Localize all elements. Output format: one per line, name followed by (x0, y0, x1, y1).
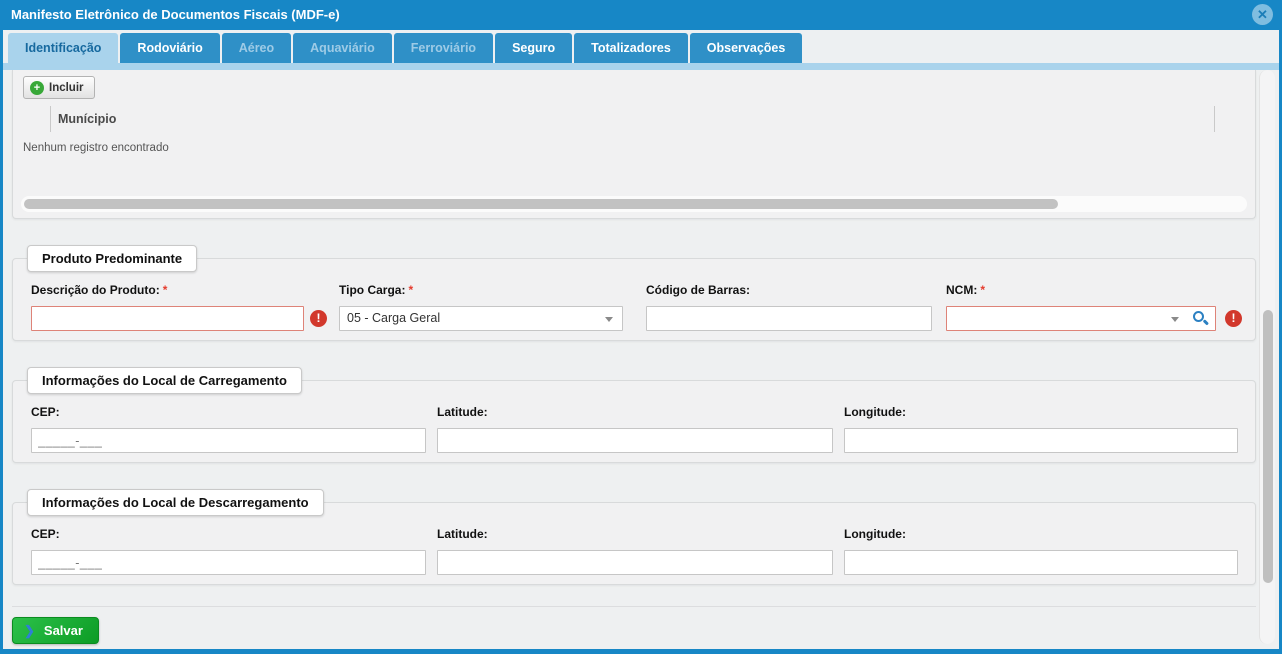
required-marker: * (980, 283, 985, 297)
tab-identificacao[interactable]: Identificação (8, 33, 119, 63)
longitude-descarregamento-input[interactable] (844, 550, 1238, 575)
incluir-button[interactable]: + Incluir (23, 76, 95, 99)
grid-header-row: Munícipio (13, 104, 1255, 134)
descricao-produto-input[interactable] (31, 306, 304, 331)
latitude-descarregamento-label: Latitude: (437, 527, 488, 541)
tab-bar: Identificação Rodoviário Aéreo Aquaviári… (0, 30, 1282, 63)
plus-icon: + (30, 80, 44, 95)
tipo-carga-value: 05 - Carga Geral (347, 311, 441, 325)
column-separator (50, 106, 51, 132)
window-border (0, 649, 1282, 654)
horizontal-scrollbar-thumb[interactable] (24, 199, 1058, 209)
cep-descarregamento-label: CEP: (31, 527, 60, 541)
codigo-barras-label: Código de Barras: (646, 283, 751, 297)
longitude-carregamento-input[interactable] (844, 428, 1238, 453)
column-separator (1214, 106, 1215, 132)
panel-legend: Informações do Local de Descarregamento (27, 489, 324, 516)
grid-empty-message: Nenhum registro encontrado (23, 142, 169, 154)
chevron-right-icon: ❯ (24, 622, 35, 638)
vertical-scrollbar-thumb[interactable] (1263, 310, 1273, 583)
latitude-carregamento-input[interactable] (437, 428, 833, 453)
cep-carregamento-label: CEP: (31, 405, 60, 419)
ncm-combo[interactable] (946, 306, 1216, 331)
required-marker: * (408, 283, 414, 297)
error-icon: ! (1225, 310, 1242, 327)
tab-ferroviario[interactable]: Ferroviário (393, 33, 494, 63)
local-descarregamento-panel: Informações do Local de Descarregamento … (12, 489, 1256, 585)
vertical-scrollbar[interactable] (1259, 70, 1275, 644)
latitude-carregamento-label: Latitude: (437, 405, 488, 419)
close-icon[interactable]: ✕ (1252, 4, 1273, 25)
tab-rodoviario[interactable]: Rodoviário (120, 33, 220, 63)
window-titlebar: Manifesto Eletrônico de Documentos Fisca… (0, 0, 1282, 30)
chevron-down-icon (605, 317, 613, 322)
longitude-descarregamento-label: Longitude: (844, 527, 906, 541)
footer-divider (12, 606, 1256, 607)
tab-active-strip (0, 63, 1282, 70)
salvar-button[interactable]: ❯ Salvar (12, 617, 99, 644)
cep-descarregamento-input[interactable] (31, 550, 426, 575)
mdfe-window: Manifesto Eletrônico de Documentos Fisca… (0, 0, 1282, 654)
ncm-label: NCM: * (946, 283, 985, 297)
error-icon: ! (310, 310, 327, 327)
panel-legend: Informações do Local de Carregamento (27, 367, 302, 394)
window-border (0, 0, 3, 654)
tab-list: Identificação Rodoviário Aéreo Aquaviári… (8, 33, 803, 63)
tipo-carga-label: Tipo Carga: * (339, 283, 414, 297)
cep-carregamento-input[interactable] (31, 428, 426, 453)
chevron-down-icon (1171, 317, 1179, 322)
window-title: Manifesto Eletrônico de Documentos Fisca… (11, 7, 340, 22)
salvar-button-label: Salvar (43, 623, 83, 638)
horizontal-scrollbar[interactable] (21, 196, 1247, 212)
tab-seguro[interactable]: Seguro (495, 33, 573, 63)
required-marker: * (162, 283, 168, 297)
panel-legend: Produto Predominante (27, 245, 198, 272)
latitude-descarregamento-input[interactable] (437, 550, 833, 575)
column-header-municipio: Munícipio (58, 112, 117, 126)
tab-totalizadores[interactable]: Totalizadores (574, 33, 688, 63)
tab-aereo[interactable]: Aéreo (221, 33, 292, 63)
codigo-barras-input[interactable] (646, 306, 932, 331)
tipo-carga-select[interactable]: 05 - Carga Geral (339, 306, 623, 331)
incluir-button-label: Incluir (49, 81, 84, 94)
local-carregamento-panel: Informações do Local de Carregamento CEP… (12, 367, 1256, 463)
descricao-produto-label: Descrição do Produto: * (31, 283, 168, 297)
tab-aquaviario[interactable]: Aquaviário (293, 33, 392, 63)
municipios-grid-panel: + Incluir Munícipio Nenhum registro enco… (12, 70, 1256, 219)
tab-observacoes[interactable]: Observações (689, 33, 803, 63)
produto-predominante-panel: Produto Predominante Descrição do Produt… (12, 245, 1256, 341)
longitude-carregamento-label: Longitude: (844, 405, 906, 419)
search-icon[interactable] (1193, 311, 1204, 322)
